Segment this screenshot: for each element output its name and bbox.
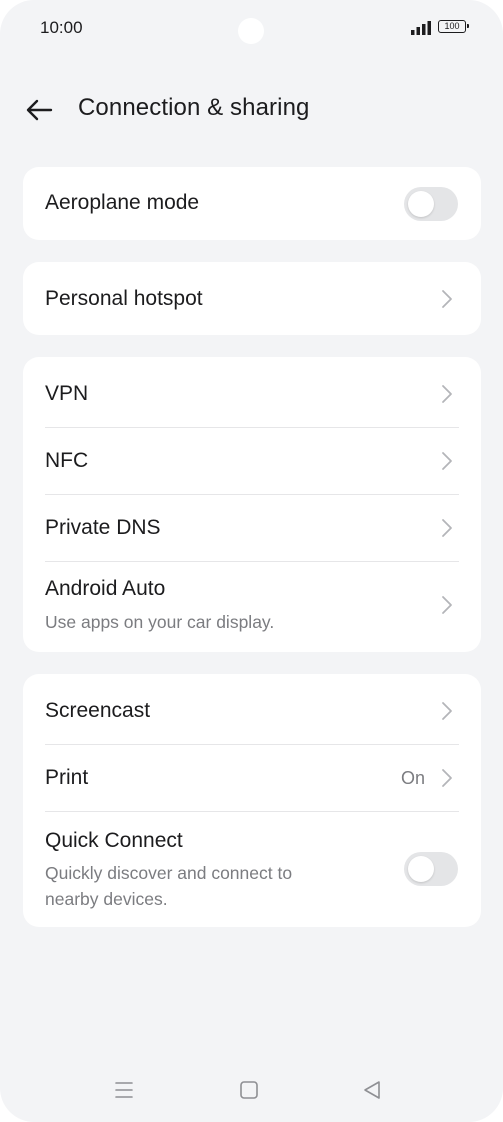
battery-level: 100 — [444, 21, 460, 31]
chevron-right-icon — [442, 702, 452, 720]
quick-connect-description-line2: nearby devices. — [45, 889, 168, 909]
back-button[interactable] — [22, 92, 58, 128]
recent-apps-button[interactable] — [112, 1078, 136, 1102]
quick-connect-toggle[interactable] — [404, 852, 458, 886]
chevron-right-icon — [442, 519, 452, 537]
status-bar: 10:00 100 — [0, 0, 503, 58]
vpn-row[interactable]: VPN — [23, 357, 481, 427]
phone-screen: 10:00 100 Connection & sharing Aeroplane… — [0, 0, 503, 1122]
screencast-label: Screencast — [45, 699, 151, 722]
network-card: VPN NFC Private DNS Android Auto Use app… — [23, 357, 481, 652]
triangle-left-icon — [364, 1081, 380, 1099]
chevron-right-icon — [442, 290, 452, 308]
arrow-left-icon — [26, 99, 53, 121]
hotspot-card: Personal hotspot — [23, 262, 481, 335]
navigation-bar — [0, 1068, 503, 1114]
print-label: Print — [45, 766, 89, 789]
toggle-knob — [408, 856, 434, 882]
vpn-label: VPN — [45, 382, 89, 405]
nfc-row[interactable]: NFC — [23, 428, 481, 494]
chevron-right-icon — [442, 596, 452, 614]
aeroplane-mode-row[interactable]: Aeroplane mode — [23, 167, 481, 240]
camera-cutout — [238, 18, 264, 44]
android-auto-description: Use apps on your car display. — [45, 612, 275, 632]
signal-icon — [411, 21, 431, 35]
toggle-knob — [408, 191, 434, 217]
page-title: Connection & sharing — [78, 94, 310, 121]
quick-connect-description-line1: Quickly discover and connect to — [45, 863, 293, 883]
android-auto-row[interactable]: Android Auto Use apps on your car displa… — [23, 562, 481, 652]
back-nav-button[interactable] — [360, 1078, 384, 1102]
other-connections-card: Screencast Print On Quick Connect Quickl… — [23, 674, 481, 927]
print-row[interactable]: Print On — [23, 745, 481, 811]
quick-connect-row[interactable]: Quick Connect Quickly discover and conne… — [23, 812, 481, 927]
aeroplane-mode-label: Aeroplane mode — [45, 191, 200, 214]
status-time: 10:00 — [40, 18, 83, 37]
chevron-right-icon — [442, 385, 452, 403]
chevron-right-icon — [442, 769, 452, 787]
quick-connect-label: Quick Connect — [45, 829, 183, 852]
nfc-label: NFC — [45, 449, 89, 472]
personal-hotspot-label: Personal hotspot — [45, 287, 203, 310]
aeroplane-mode-toggle[interactable] — [404, 187, 458, 221]
private-dns-label: Private DNS — [45, 516, 161, 539]
home-button[interactable] — [237, 1078, 261, 1102]
screencast-row[interactable]: Screencast — [23, 674, 481, 744]
private-dns-row[interactable]: Private DNS — [23, 495, 481, 561]
print-status-value: On — [400, 768, 425, 788]
menu-lines-icon — [115, 1082, 133, 1098]
aeroplane-card: Aeroplane mode — [23, 167, 481, 240]
android-auto-label: Android Auto — [45, 577, 166, 600]
page-header: Connection & sharing — [0, 80, 503, 138]
chevron-right-icon — [442, 452, 452, 470]
personal-hotspot-row[interactable]: Personal hotspot — [23, 262, 481, 335]
battery-icon: 100 — [438, 20, 469, 33]
square-icon — [240, 1081, 258, 1099]
